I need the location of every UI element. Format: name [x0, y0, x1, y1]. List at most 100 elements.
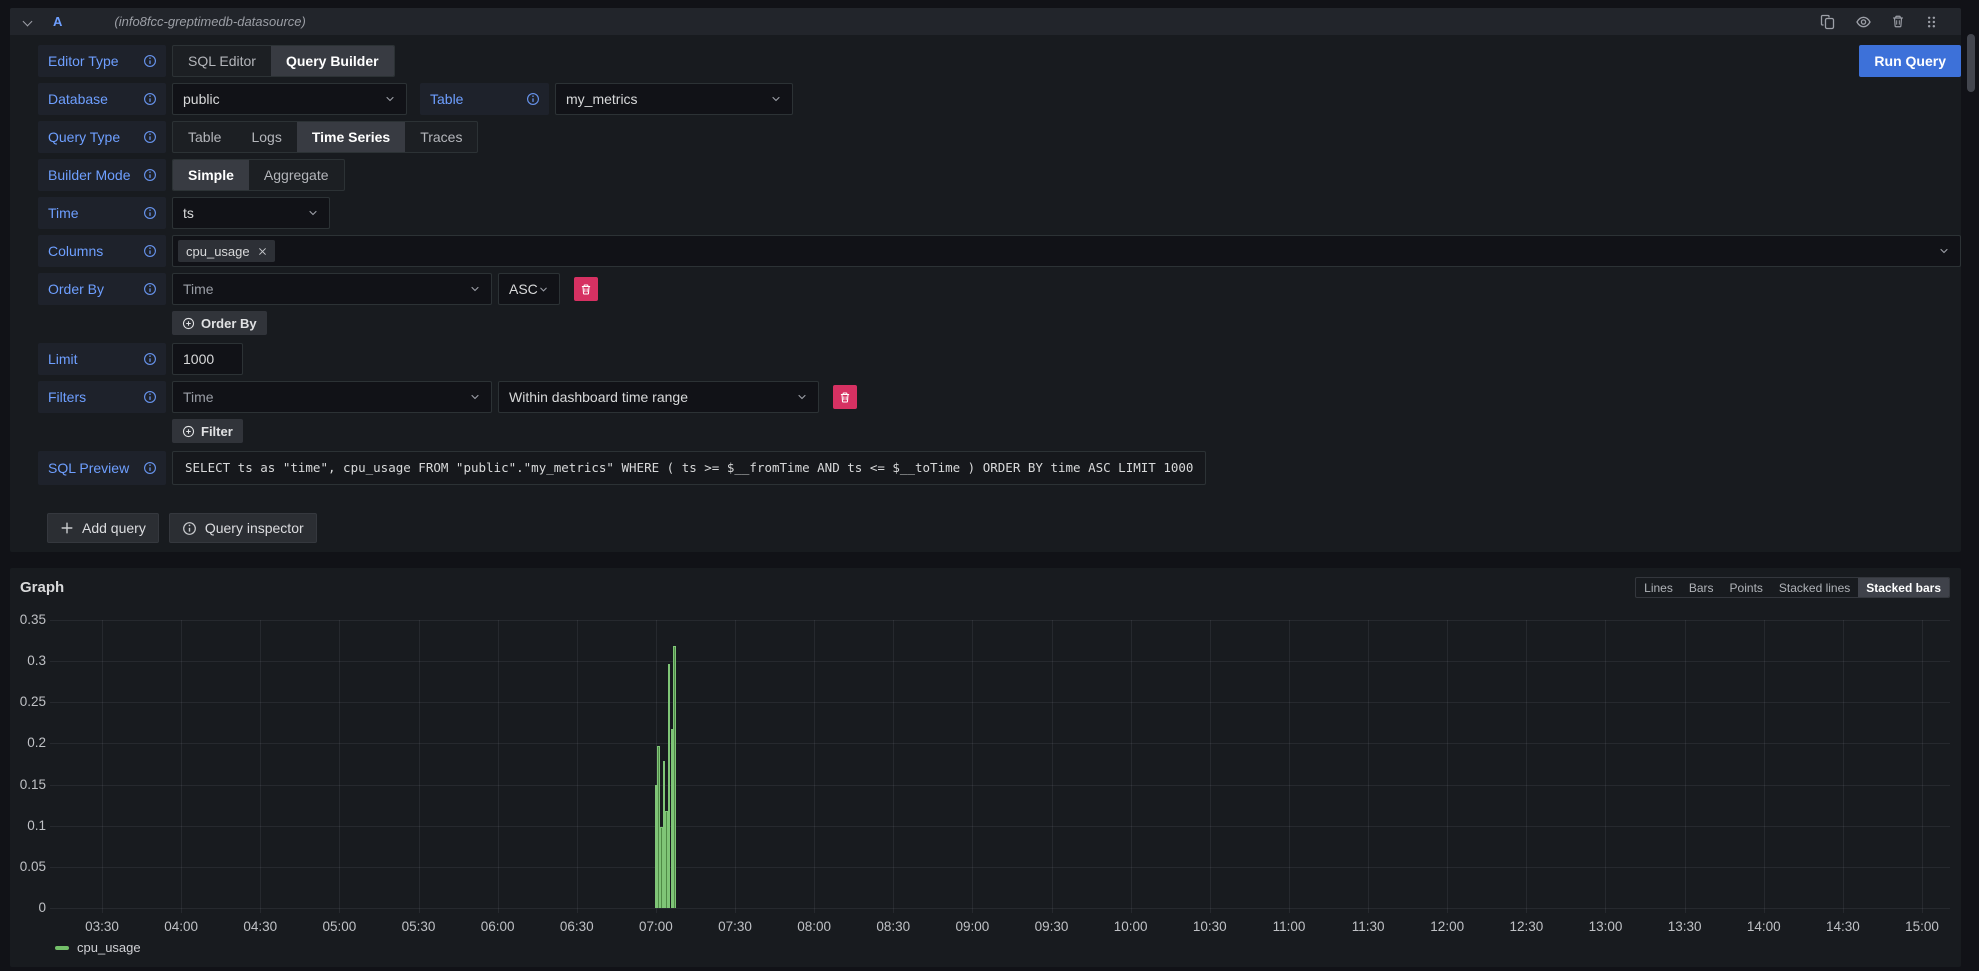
x-axis-tick-label: 04:00 [151, 919, 211, 934]
hide-response-button[interactable] [1855, 14, 1872, 30]
editor-type-option-query-builder[interactable]: Query Builder [271, 46, 394, 76]
gridline-horizontal [50, 620, 1950, 621]
gridline-vertical [1052, 620, 1053, 913]
builder-mode-option-simple[interactable]: Simple [173, 160, 249, 190]
chevron-down-icon [538, 284, 549, 295]
table-label: Table [430, 91, 463, 107]
column-chip[interactable]: cpu_usage [178, 240, 275, 262]
x-axis-tick-label: 11:30 [1338, 919, 1398, 934]
chevron-down-icon [384, 93, 396, 105]
remove-filter-button[interactable] [833, 385, 857, 409]
builder-mode-option-aggregate[interactable]: Aggregate [249, 160, 344, 190]
order-by-row: Order By Time ASC [38, 273, 1961, 305]
columns-multiselect[interactable]: cpu_usage [172, 235, 1961, 267]
gridline-vertical [1685, 620, 1686, 913]
table-label-box: Table [420, 83, 549, 115]
collapse-chevron-icon[interactable] [23, 17, 33, 27]
query-type-label-box: Query Type [38, 121, 166, 153]
query-row-actions [1820, 14, 1947, 30]
gridline-horizontal [50, 785, 1950, 786]
limit-input[interactable]: 1000 [172, 343, 243, 375]
x-axis-tick-label: 05:00 [309, 919, 369, 934]
duplicate-query-button[interactable] [1820, 14, 1836, 30]
query-type-option-logs[interactable]: Logs [236, 122, 296, 152]
query-type-group: TableLogsTime SeriesTraces [172, 121, 478, 153]
gridline-vertical [1368, 620, 1369, 913]
gridline-vertical [1447, 620, 1448, 913]
sql-preview-text: SELECT ts as "time", cpu_usage FROM "pub… [172, 451, 1206, 485]
chevron-down-icon [770, 93, 782, 105]
order-by-direction-select[interactable]: ASC [498, 273, 560, 305]
info-icon [143, 130, 157, 144]
y-axis-tick-label: 0.3 [10, 653, 46, 668]
gridline-vertical [102, 620, 103, 913]
chart-legend[interactable]: cpu_usage [55, 940, 141, 955]
filters-row: Filters Time Within dashboard time range [38, 381, 1961, 413]
builder-mode-group: SimpleAggregate [172, 159, 345, 191]
legend-series-label[interactable]: cpu_usage [77, 940, 141, 955]
remove-query-button[interactable] [1891, 14, 1905, 29]
query-type-option-table[interactable]: Table [173, 122, 236, 152]
gridline-vertical [893, 620, 894, 913]
columns-row: Columns cpu_usage [38, 235, 1961, 267]
x-axis-tick-label: 06:30 [547, 919, 607, 934]
query-type-option-time-series[interactable]: Time Series [297, 122, 405, 152]
x-axis-tick-label: 13:30 [1655, 919, 1715, 934]
add-query-label: Add query [82, 520, 146, 536]
add-filter-button[interactable]: Filter [172, 419, 243, 443]
builder-mode-row: Builder Mode SimpleAggregate [38, 159, 1961, 191]
time-column-select[interactable]: ts [172, 197, 330, 229]
filter-field-select[interactable]: Time [172, 381, 492, 413]
add-query-button[interactable]: Add query [47, 513, 159, 543]
grafana-query-editor-page: A (info8fcc-greptimedb-datasource) Run Q… [0, 0, 1979, 971]
chevron-down-icon [469, 391, 481, 403]
time-column-value: ts [183, 205, 194, 221]
gridline-vertical [1605, 620, 1606, 913]
time-row: Time ts [38, 197, 1961, 229]
plus-circle-icon [182, 425, 195, 438]
gridline-vertical [260, 620, 261, 913]
editor-type-option-sql-editor[interactable]: SQL Editor [173, 46, 271, 76]
order-by-field-select[interactable]: Time [172, 273, 492, 305]
gridline-vertical [1843, 620, 1844, 913]
builder-mode-label: Builder Mode [48, 167, 131, 183]
add-order-by-button[interactable]: Order By [172, 311, 267, 335]
query-type-option-traces[interactable]: Traces [405, 122, 477, 152]
series-bar[interactable] [673, 646, 676, 908]
info-icon [526, 92, 540, 106]
drag-handle[interactable] [1924, 14, 1939, 30]
gridline-vertical [498, 620, 499, 913]
remove-order-by-button[interactable] [574, 277, 598, 301]
database-select[interactable]: public [172, 83, 407, 115]
chevron-down-icon[interactable] [1938, 245, 1950, 257]
gridline-vertical [577, 620, 578, 913]
order-by-label: Order By [48, 281, 104, 297]
time-label: Time [48, 205, 79, 221]
grip-dots-icon [1924, 14, 1939, 30]
y-axis-tick-label: 0 [10, 900, 46, 915]
limit-row: Limit 1000 [38, 343, 1961, 375]
order-by-field-placeholder: Time [183, 281, 214, 297]
x-axis-tick-label: 12:30 [1496, 919, 1556, 934]
x-axis-tick-label: 07:00 [626, 919, 686, 934]
query-builder-form: Editor Type SQL EditorQuery Builder Data… [10, 35, 1961, 543]
gridline-horizontal [50, 702, 1950, 703]
sql-preview-row: SQL Preview SELECT ts as "time", cpu_usa… [38, 451, 1961, 485]
remove-column-icon[interactable] [258, 247, 267, 256]
x-axis-tick-label: 05:30 [389, 919, 449, 934]
time-series-chart: 00.050.10.150.20.250.30.3503:3004:0004:3… [10, 568, 1961, 967]
query-ref-id: A [53, 14, 62, 29]
query-row-header[interactable]: A (info8fcc-greptimedb-datasource) [10, 8, 1961, 35]
info-icon [143, 390, 157, 404]
page-scrollbar-thumb[interactable] [1967, 34, 1975, 92]
filter-condition-select[interactable]: Within dashboard time range [498, 381, 819, 413]
chevron-down-icon [307, 207, 319, 219]
gridline-vertical [814, 620, 815, 913]
query-inspector-button[interactable]: Query inspector [169, 513, 317, 543]
filters-label: Filters [48, 389, 86, 405]
datasource-name: (info8fcc-greptimedb-datasource) [114, 14, 305, 29]
gridline-horizontal [50, 743, 1950, 744]
add-filter-row: Filter [172, 419, 1961, 443]
table-select[interactable]: my_metrics [555, 83, 793, 115]
info-circle-icon [182, 521, 197, 536]
